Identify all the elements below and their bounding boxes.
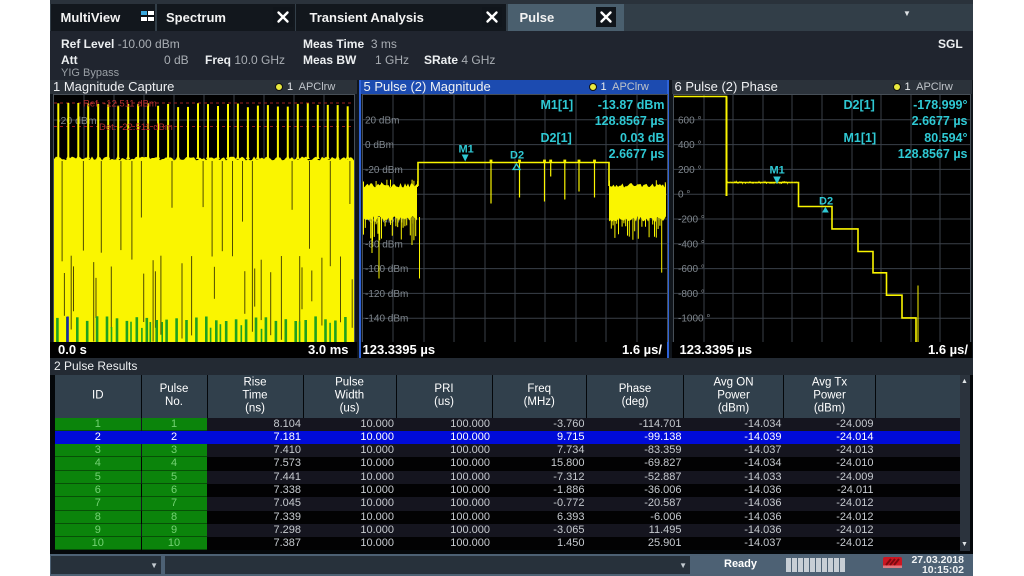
svg-text:Det. -22.511 dBm: Det. -22.511 dBm [99, 122, 173, 133]
svg-text:0 °: 0 ° [678, 189, 690, 200]
svg-text:D2: D2 [510, 149, 524, 161]
svg-text:-200 °: -200 ° [678, 214, 705, 225]
svg-text:200 °: 200 ° [678, 164, 701, 175]
svg-text:M1: M1 [458, 143, 473, 155]
svg-text:-400 °: -400 ° [678, 239, 705, 250]
svg-text:-20 dBm: -20 dBm [365, 164, 403, 175]
svg-text:-120 dBm: -120 dBm [365, 288, 408, 299]
svg-text:-600 °: -600 ° [678, 264, 705, 275]
svg-text:Ref. -12.511 dBm: Ref. -12.511 dBm [83, 98, 157, 109]
svg-text:D2: D2 [819, 195, 833, 207]
svg-text:-1000 °: -1000 ° [678, 313, 710, 324]
svg-text:0 dBm: 0 dBm [365, 140, 394, 151]
svg-text:-140 dBm: -140 dBm [365, 313, 408, 324]
svg-text:M1: M1 [770, 164, 785, 176]
svg-text:-80 dBm: -80 dBm [365, 239, 403, 250]
svg-text:600 °: 600 ° [678, 115, 701, 126]
svg-text:400 °: 400 ° [678, 140, 701, 151]
svg-text:20 dBm: 20 dBm [365, 115, 399, 126]
svg-text:-20 dBm: -20 dBm [57, 115, 97, 127]
svg-text:-100 dBm: -100 dBm [365, 264, 408, 275]
svg-text:-800 °: -800 ° [678, 288, 705, 299]
